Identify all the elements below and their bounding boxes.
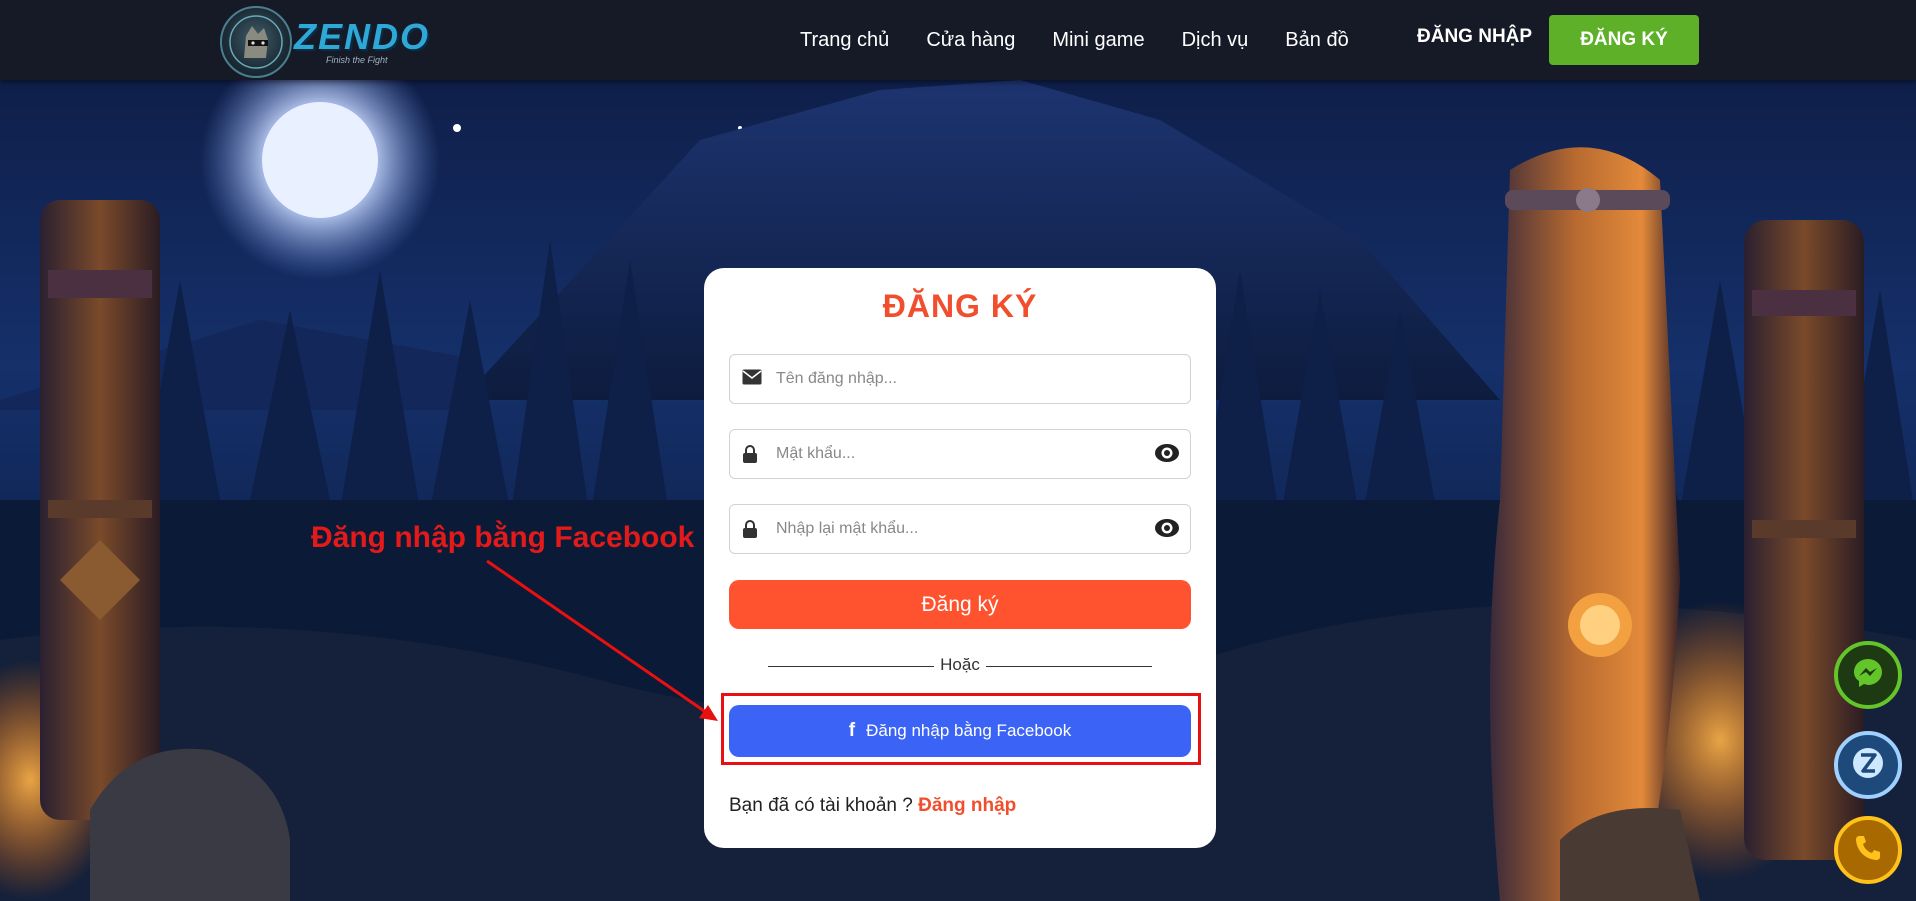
zalo-button[interactable] — [1834, 731, 1902, 799]
annotation-arrow-icon — [486, 559, 718, 721]
zalo-icon — [1851, 746, 1885, 785]
phone-icon — [1852, 832, 1884, 869]
phone-button[interactable] — [1834, 816, 1902, 884]
messenger-button[interactable] — [1834, 641, 1902, 709]
messenger-icon — [1851, 656, 1885, 695]
